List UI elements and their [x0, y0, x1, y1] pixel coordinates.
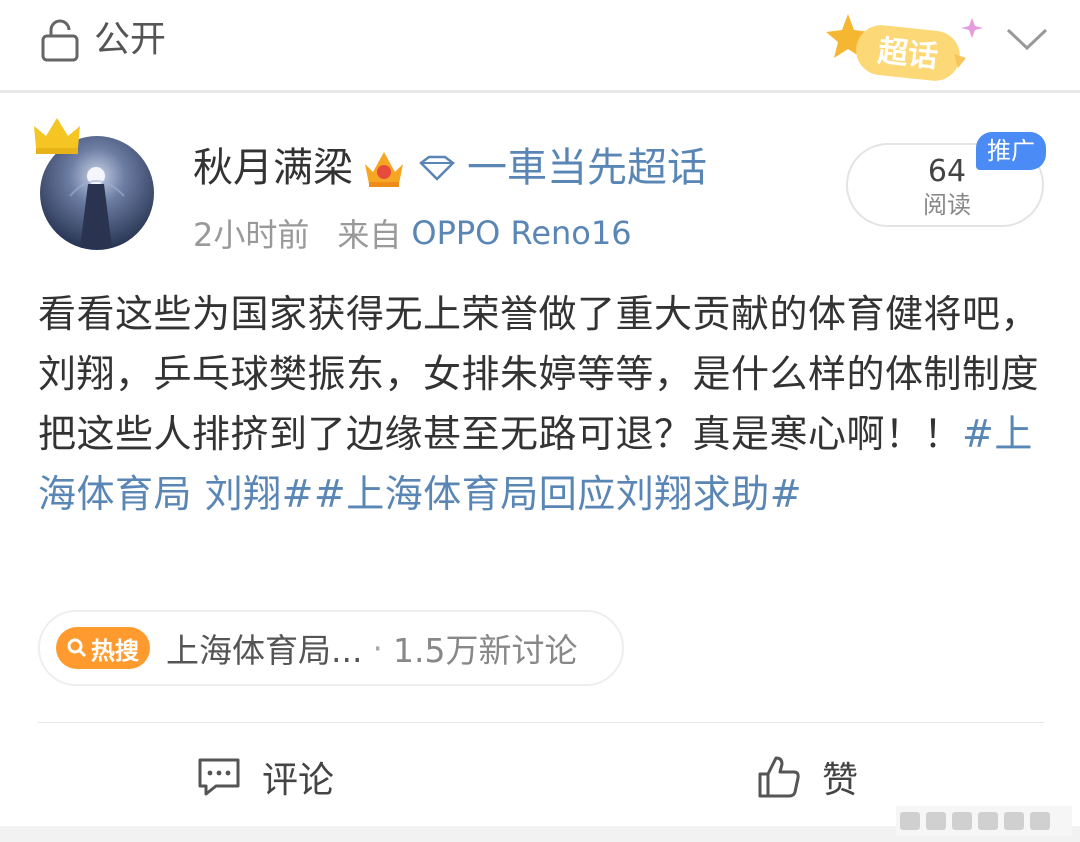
chevron-down-icon[interactable] [1004, 22, 1050, 56]
visibility-label: 公开 [94, 19, 167, 60]
hot-search-separator: · [372, 628, 383, 668]
comment-label: 评论 [262, 760, 335, 801]
watermark-logo [896, 806, 1072, 836]
meta-line: 2小时前 来自 OPPO Reno16 [193, 212, 632, 254]
post-body: 看看这些为国家获得无上荣誉做了重大贡献的体育健将吧，刘翔，乒乓球樊振东，女排朱婷… [38, 284, 1048, 524]
diamond-icon [419, 155, 455, 181]
comment-icon [198, 758, 240, 796]
hot-search-badge: 热搜 [56, 627, 150, 669]
hot-search-badge-label: 热搜 [91, 636, 139, 665]
source-device[interactable]: OPPO Reno16 [411, 214, 631, 252]
promo-tag: 推广 [976, 132, 1046, 170]
supertopic-badge-label: 超话 [876, 34, 939, 75]
supertopic-badge-icon[interactable]: 超话 [822, 8, 992, 88]
vip-icon[interactable] [361, 146, 407, 190]
post-body-text: 看看这些为国家获得无上荣誉做了重大贡献的体育健将吧，刘翔，乒乓球樊振东，女排朱婷… [38, 292, 1040, 456]
actions-divider [38, 722, 1044, 723]
avatar-container[interactable] [30, 112, 160, 252]
like-button[interactable]: 赞 [756, 752, 858, 802]
visibility-selector[interactable]: 公开 [40, 18, 166, 62]
top-bar: 公开 超话 [0, 0, 1080, 90]
top-divider [0, 90, 1080, 93]
hot-search-pill[interactable]: 热搜 上海体育局... · 1.5万新讨论 [38, 610, 624, 686]
read-label: 阅读 [923, 191, 971, 219]
username[interactable]: 秋月满梁 [193, 142, 353, 194]
user-line: 秋月满梁 一車当先超话 [193, 142, 707, 194]
like-label: 赞 [822, 760, 859, 801]
source-prefix: 来自 [337, 216, 402, 254]
post-time: 2小时前 [193, 216, 310, 254]
hot-search-count: 1.5万新讨论 [392, 631, 578, 670]
crown-icon [34, 118, 80, 154]
lock-icon [41, 19, 79, 62]
supertopic-link[interactable]: 一車当先超话 [467, 142, 707, 194]
hot-search-title: 上海体育局... [166, 631, 363, 670]
search-icon [67, 638, 87, 658]
like-icon [758, 756, 800, 798]
comment-button[interactable]: 评论 [196, 752, 334, 802]
